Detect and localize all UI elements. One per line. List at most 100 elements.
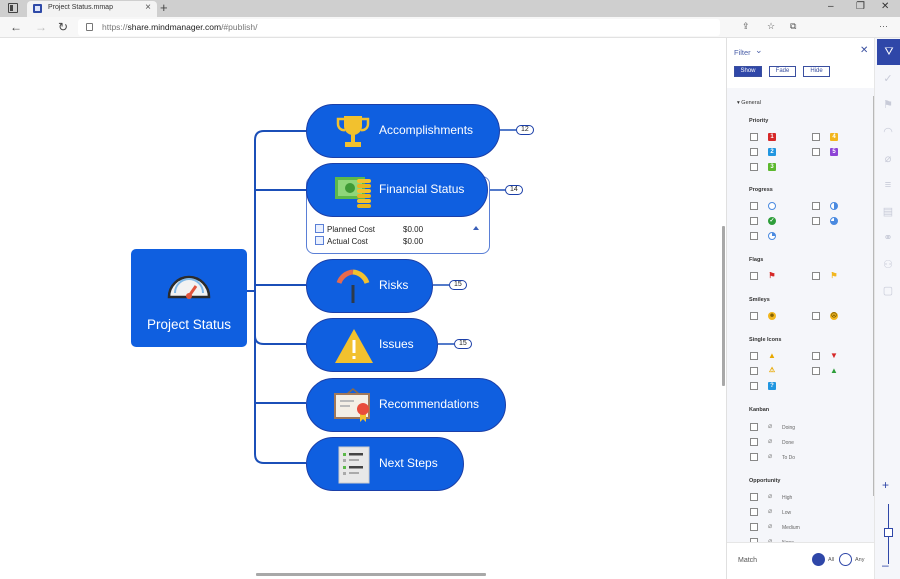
url-prefix: https://: [102, 22, 128, 32]
checkbox-progress-0[interactable]: [750, 202, 758, 210]
checkbox-flag-red[interactable]: [750, 272, 758, 280]
group-title-smileys: Smileys: [749, 297, 770, 303]
priority-3-icon: 3: [768, 163, 776, 171]
close-filter-button[interactable]: ✕: [860, 45, 868, 56]
sidebar-icon[interactable]: [8, 3, 18, 13]
mode-show-button[interactable]: Show: [734, 66, 762, 77]
collections-icon[interactable]: ⧉: [790, 21, 796, 32]
checkbox-smiley-happy[interactable]: [750, 312, 758, 320]
mode-fade-button[interactable]: Fade: [769, 66, 796, 77]
checkbox-thumbs-up[interactable]: [812, 367, 820, 375]
risk-gauge-icon: [336, 269, 370, 303]
forward-button[interactable]: →: [35, 20, 47, 34]
filter-title[interactable]: Filter: [734, 48, 751, 57]
checkbox-progress-25[interactable]: [750, 232, 758, 240]
notes-icon[interactable]: ▤: [878, 202, 898, 222]
topic-label: Risks: [379, 278, 409, 292]
checkbox-opportunity-high[interactable]: [750, 493, 758, 501]
zoom-in-button[interactable]: +: [882, 478, 889, 492]
checkbox-priority-5[interactable]: [812, 148, 820, 156]
checkbox-flag-yellow[interactable]: [812, 272, 820, 280]
checkbox-priority-2[interactable]: [750, 148, 758, 156]
trophy-icon: [336, 116, 370, 147]
topic-risks[interactable]: Risks: [306, 259, 433, 313]
collapse-properties-icon[interactable]: [473, 226, 479, 230]
horizontal-scrollbar[interactable]: [256, 573, 486, 576]
tag-icon: ⌀: [768, 508, 773, 515]
back-button[interactable]: ←: [10, 20, 22, 34]
progress-25-icon: [768, 232, 776, 240]
subtopic-count-badge[interactable]: 15: [449, 280, 467, 290]
group-title-priority: Priority: [749, 118, 769, 124]
topic-label: Issues: [379, 337, 414, 351]
topic-label: Financial Status: [379, 182, 465, 196]
checkbox-progress-100[interactable]: [750, 217, 758, 225]
checkbox-kanban-done[interactable]: [750, 438, 758, 446]
topic-financial-status[interactable]: Financial Status: [306, 163, 488, 217]
flag-icon[interactable]: ⚑: [878, 95, 898, 115]
checkbox-thumbs-down[interactable]: [812, 352, 820, 360]
mode-hide-button[interactable]: Hide: [803, 66, 830, 77]
tab-close-button[interactable]: ×: [145, 2, 151, 13]
checkbox-caution[interactable]: [750, 367, 758, 375]
comments-icon[interactable]: ▢: [878, 281, 898, 301]
checkbox-warning[interactable]: [750, 352, 758, 360]
refresh-button[interactable]: ↻: [58, 20, 68, 34]
vertical-scrollbar[interactable]: [722, 226, 725, 386]
tag-icon[interactable]: ⌀: [878, 149, 898, 169]
subtopic-count-badge[interactable]: 15: [454, 339, 472, 349]
more-button[interactable]: ···: [879, 21, 888, 31]
checkbox-priority-1[interactable]: [750, 133, 758, 141]
connector-accomplishments: [254, 130, 306, 291]
match-all-radio[interactable]: [812, 553, 825, 566]
property-row: Actual Cost: [315, 236, 368, 246]
zoom-out-button[interactable]: –: [882, 558, 889, 572]
browser-tab[interactable]: Project Status.mmap ×: [27, 1, 157, 17]
checkbox-progress-75[interactable]: [812, 217, 820, 225]
lock-icon[interactable]: [86, 23, 93, 31]
chevron-down-icon[interactable]: ⌄: [755, 45, 763, 56]
checkbox-smiley-sad[interactable]: [812, 312, 820, 320]
topic-accomplishments[interactable]: Accomplishments: [306, 104, 500, 158]
section-general[interactable]: ▾ General: [737, 100, 761, 106]
checkbox-priority-4[interactable]: [812, 133, 820, 141]
people-icon[interactable]: ⚇: [878, 255, 898, 275]
restore-button[interactable]: ❐: [856, 1, 865, 12]
property-row: Planned Cost: [315, 224, 375, 234]
link-icon[interactable]: ⚭: [878, 228, 898, 248]
url-path: /#publish/: [221, 22, 258, 32]
gauge-icon[interactable]: ◠: [878, 122, 898, 142]
topic-recommendations[interactable]: Recommendations: [306, 378, 506, 432]
opportunity-medium-label: Medium: [782, 525, 800, 531]
subtopic-count-badge[interactable]: 14: [505, 185, 523, 195]
zoom-slider-handle[interactable]: [884, 528, 893, 537]
url-field[interactable]: https://share.mindmanager.com/#publish/: [78, 19, 720, 36]
new-tab-button[interactable]: +: [160, 0, 168, 15]
topic-next-steps[interactable]: Next Steps: [306, 437, 464, 491]
checkbox-question[interactable]: [750, 382, 758, 390]
checkbox-kanban-todo[interactable]: [750, 453, 758, 461]
task-check-icon[interactable]: ✓: [878, 69, 898, 89]
read-aloud-icon[interactable]: ⇪: [742, 21, 750, 32]
property-name: Actual Cost: [327, 237, 368, 246]
checkbox-progress-50[interactable]: [812, 202, 820, 210]
progress-100-icon: ✓: [768, 217, 776, 225]
checkbox-priority-3[interactable]: [750, 163, 758, 171]
checkbox-opportunity-medium[interactable]: [750, 523, 758, 531]
topic-issues[interactable]: Issues: [306, 318, 438, 372]
favorites-icon[interactable]: ☆: [767, 21, 775, 32]
mindmap-canvas[interactable]: Project Status Accomplishments 12 Planne…: [0, 38, 726, 579]
format-icon[interactable]: ≡: [878, 175, 898, 195]
match-label: Match: [738, 557, 758, 564]
root-topic[interactable]: Project Status: [131, 249, 247, 347]
minimize-button[interactable]: –: [828, 1, 834, 12]
checkbox-opportunity-low[interactable]: [750, 508, 758, 516]
warning-icon: ▲: [768, 351, 776, 360]
match-any-radio[interactable]: [839, 553, 852, 566]
subtopic-count-badge[interactable]: 12: [516, 125, 534, 135]
checkbox-kanban-doing[interactable]: [750, 423, 758, 431]
tag-icon: ⌀: [768, 523, 773, 530]
tag-icon: ⌀: [768, 453, 773, 460]
close-window-button[interactable]: ✕: [881, 1, 889, 12]
filter-icon[interactable]: ⛛: [877, 39, 900, 65]
